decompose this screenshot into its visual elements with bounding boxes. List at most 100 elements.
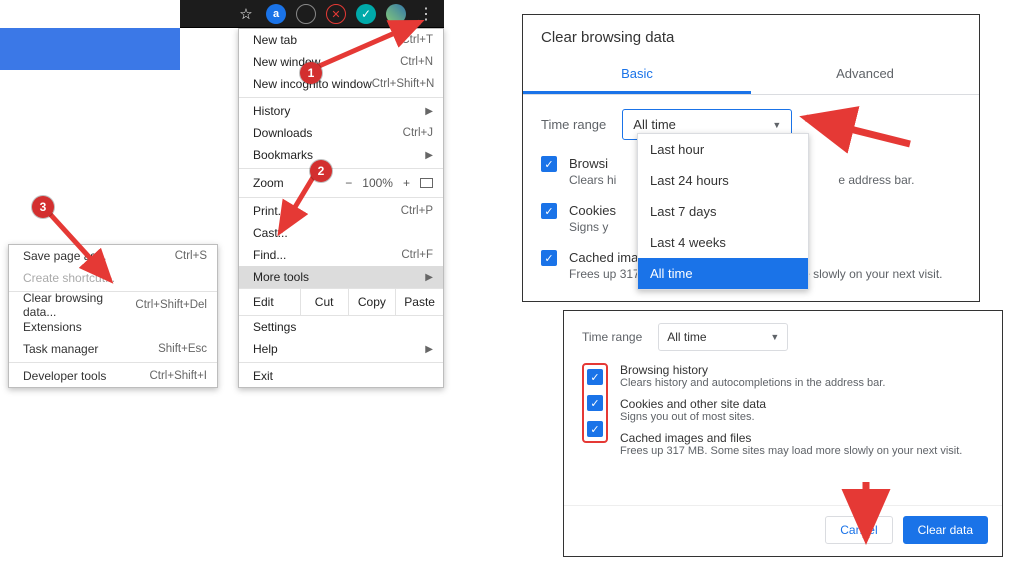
option-all-time[interactable]: All time xyxy=(638,258,808,289)
extension-check-icon[interactable]: ✓ xyxy=(356,4,376,24)
option-last-24-hours[interactable]: Last 24 hours xyxy=(638,165,808,196)
option-last-4-weeks[interactable]: Last 4 weeks xyxy=(638,227,808,258)
extension-a-icon[interactable]: a xyxy=(266,4,286,24)
clear-data-button[interactable]: Clear data xyxy=(903,516,988,544)
zoom-out-button[interactable]: − xyxy=(345,176,352,190)
shortcut: Ctrl+N xyxy=(400,56,433,68)
submenu-extensions[interactable]: Extensions xyxy=(9,316,217,338)
menu-history[interactable]: History▶ xyxy=(239,100,443,122)
time-range-value: All time xyxy=(667,330,706,344)
submenu-save-page[interactable]: Save page as... Ctrl+S xyxy=(9,245,217,267)
more-tools-submenu: Save page as...Ctrl+S Create shortcut...… xyxy=(8,244,218,388)
clear-browsing-data-dialog: Clear browsing data Basic Advanced Time … xyxy=(522,14,980,302)
checkbox-cookies[interactable]: ✓ xyxy=(587,395,603,411)
row-title: Cookies xyxy=(569,203,616,218)
tab-advanced[interactable]: Advanced xyxy=(751,56,979,94)
label: More tools xyxy=(253,270,309,284)
row-desc: Signs you out of most sites. xyxy=(620,411,962,423)
option-last-hour[interactable]: Last hour xyxy=(638,134,808,165)
chevron-right-icon: ▶ xyxy=(425,106,433,117)
menu-edit-row: Edit Cut Copy Paste xyxy=(239,288,443,316)
menu-bookmarks[interactable]: Bookmarks ▶ xyxy=(239,144,443,166)
zoom-value: 100% xyxy=(362,176,393,190)
menu-new-incognito[interactable]: New incognito windowCtrl+Shift+N xyxy=(239,73,443,95)
menu-zoom-row: Zoom − 100% + xyxy=(239,171,443,195)
row-desc: Clears history and autocompletions in th… xyxy=(620,377,962,389)
menu-exit[interactable]: Exit xyxy=(239,365,443,387)
shortcut: Ctrl+Shift+Del xyxy=(135,299,207,311)
separator xyxy=(239,197,443,198)
chrome-menu-icon[interactable]: ⋮ xyxy=(416,4,436,24)
checkbox-icon[interactable]: ✓ xyxy=(541,203,557,219)
time-range-value: All time xyxy=(633,117,676,132)
dialog-tabs: Basic Advanced xyxy=(523,56,979,95)
shortcut: Ctrl+Shift+N xyxy=(372,78,435,90)
label: Task manager xyxy=(23,342,98,356)
extension-skull-icon[interactable]: ✕ xyxy=(326,4,346,24)
submenu-clear-browsing-data[interactable]: Clear browsing data...Ctrl+Shift+Del xyxy=(9,294,217,316)
bookmark-star-icon[interactable]: ☆ xyxy=(236,4,256,24)
separator xyxy=(239,168,443,169)
label: Find... xyxy=(253,248,286,262)
dialog-actions: Cancel Clear data xyxy=(564,505,1002,556)
fullscreen-icon[interactable] xyxy=(420,178,433,188)
dialog-body: Time range All time Last hour Last 24 ho… xyxy=(523,95,979,301)
chevron-right-icon: ▶ xyxy=(425,344,433,355)
submenu-task-manager[interactable]: Task manager Shift+Esc xyxy=(9,338,217,360)
chevron-right-icon: ▶ xyxy=(425,150,433,161)
label: New tab xyxy=(253,33,297,47)
label: Bookmarks xyxy=(253,148,313,162)
row-title: Browsing history xyxy=(620,363,962,377)
zoom-in-button[interactable]: + xyxy=(403,176,410,190)
menu-find[interactable]: Find... Ctrl+F xyxy=(239,244,443,266)
option-last-7-days[interactable]: Last 7 days xyxy=(638,196,808,227)
shortcut: Ctrl+S xyxy=(175,250,207,262)
shortcut: Ctrl+Shift+I xyxy=(149,370,207,382)
menu-new-window[interactable]: New windowCtrl+N xyxy=(239,51,443,73)
tab-strip-background xyxy=(0,28,180,70)
menu-help[interactable]: Help ▶ xyxy=(239,338,443,360)
menu-new-tab[interactable]: New tabCtrl+T xyxy=(239,29,443,51)
row-title: Cached images and files xyxy=(620,431,962,445)
menu-downloads[interactable]: Downloads Ctrl+J xyxy=(239,122,443,144)
menu-more-tools[interactable]: More tools ▶ xyxy=(239,266,443,288)
shortcut: Shift+Esc xyxy=(158,343,207,355)
submenu-developer-tools[interactable]: Developer toolsCtrl+Shift+I xyxy=(9,365,217,387)
tab-basic[interactable]: Basic xyxy=(523,56,751,94)
shortcut: Ctrl+J xyxy=(403,127,433,139)
menu-cast[interactable]: Cast... xyxy=(239,222,443,244)
cancel-button[interactable]: Cancel xyxy=(825,516,892,544)
edit-label: Edit xyxy=(239,289,301,315)
chrome-toolbar: ☆ a ✕ ✓ ⋮ xyxy=(180,0,444,28)
step-badge-2: 2 xyxy=(310,160,332,182)
time-range-select[interactable]: All time xyxy=(658,323,788,351)
checkbox-icon[interactable]: ✓ xyxy=(541,250,557,266)
label: Exit xyxy=(253,369,273,383)
chevron-right-icon: ▶ xyxy=(425,272,433,283)
time-range-label: Time range xyxy=(582,330,642,344)
checkbox-cached[interactable]: ✓ xyxy=(587,421,603,437)
separator xyxy=(9,362,217,363)
label: Save page as... xyxy=(23,249,106,263)
shortcut: Ctrl+P xyxy=(401,205,433,217)
checkbox-browsing-history[interactable]: ✓ xyxy=(587,369,603,385)
shortcut: Ctrl+F xyxy=(401,249,433,261)
checkbox-column-highlight: ✓ ✓ ✓ xyxy=(582,363,608,443)
menu-print[interactable]: Print... Ctrl+P xyxy=(239,200,443,222)
chrome-main-menu: New tabCtrl+T New windowCtrl+N New incog… xyxy=(238,28,444,388)
checkbox-icon[interactable]: ✓ xyxy=(541,156,557,172)
paste-button[interactable]: Paste xyxy=(396,289,443,315)
step-badge-1: 1 xyxy=(300,62,322,84)
label: Extensions xyxy=(23,320,82,334)
copy-button[interactable]: Copy xyxy=(349,289,397,315)
cut-button[interactable]: Cut xyxy=(301,289,349,315)
extension-pill-icon[interactable] xyxy=(296,4,316,24)
menu-settings[interactable]: Settings xyxy=(239,316,443,338)
label: Settings xyxy=(253,320,296,334)
profile-avatar[interactable] xyxy=(386,4,406,24)
dialog-title: Clear browsing data xyxy=(523,15,979,56)
dialog-body: Time range All time ✓ ✓ ✓ Browsing histo… xyxy=(564,311,1002,465)
label: Print... xyxy=(253,204,288,218)
label: Help xyxy=(253,342,278,356)
label: Downloads xyxy=(253,126,312,140)
